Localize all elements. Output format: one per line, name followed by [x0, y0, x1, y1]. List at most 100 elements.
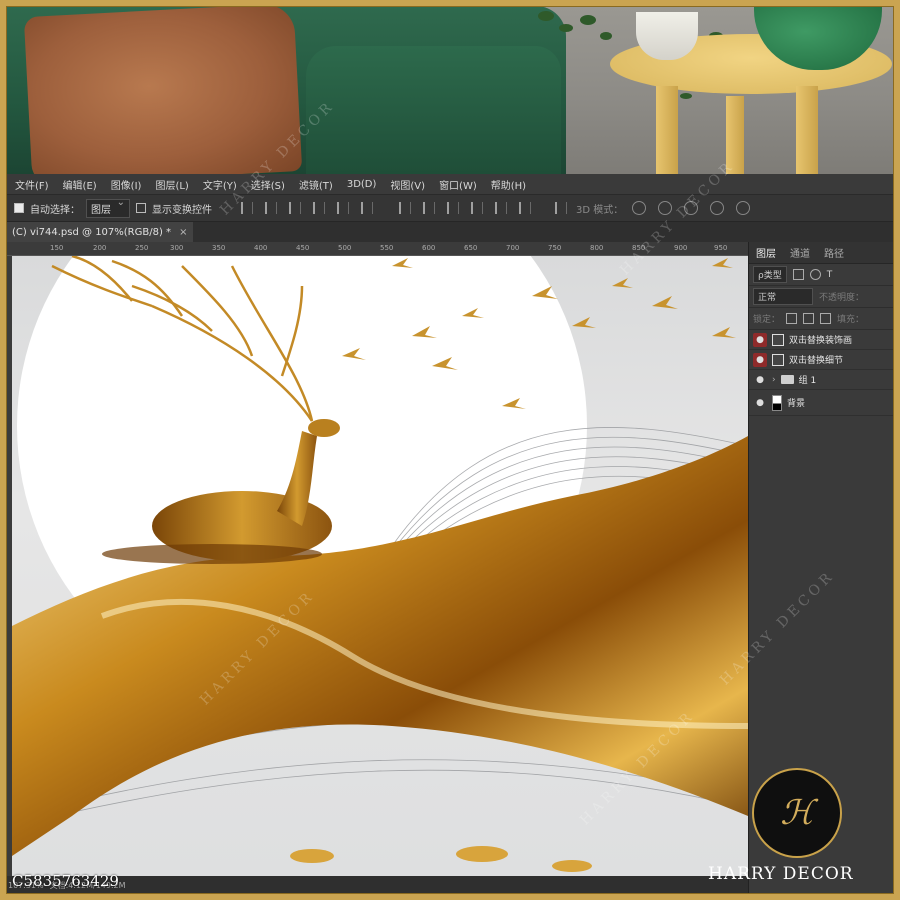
smart-object-icon: [772, 333, 784, 346]
auto-select-checkbox[interactable]: [14, 203, 24, 213]
tab-layers[interactable]: 图层: [749, 245, 783, 260]
3d-rotate-icon[interactable]: [632, 201, 647, 215]
filter-pixel-icon[interactable]: [792, 269, 804, 280]
filter-type-icon[interactable]: T: [827, 270, 833, 280]
ruler-tick: 800: [590, 244, 604, 252]
layer-row[interactable]: ● › 组 1: [749, 370, 894, 390]
lock-all-icon[interactable]: [820, 313, 832, 324]
visibility-eye-icon[interactable]: ●: [753, 373, 767, 387]
menu-edit[interactable]: 编辑(E): [56, 177, 104, 192]
ruler-tick: 600: [422, 244, 436, 252]
3d-mode-label: 3D 模式：: [576, 204, 624, 216]
ruler-tick: 350: [212, 244, 226, 252]
ruler-tick: 500: [338, 244, 352, 252]
layer-row[interactable]: ● 双击替换装饰画: [749, 330, 894, 350]
tab-channels[interactable]: 通道: [783, 245, 817, 260]
image-code: C5835763429: [12, 872, 119, 890]
folder-icon: [780, 375, 794, 384]
3d-slide-icon[interactable]: [710, 201, 725, 215]
distribute-vcenter-icon[interactable]: [423, 202, 435, 214]
layer-row[interactable]: ● 背景: [749, 390, 894, 416]
menu-file[interactable]: 文件(F): [8, 177, 56, 192]
ruler-tick: 550: [380, 244, 394, 252]
visibility-eye-icon[interactable]: ●: [753, 352, 767, 367]
visibility-eye-icon[interactable]: ●: [753, 396, 767, 410]
3d-scale-icon[interactable]: [736, 201, 751, 215]
align-right-icon[interactable]: [361, 202, 373, 214]
menu-help[interactable]: 帮助(H): [484, 177, 533, 192]
show-transform-checkbox[interactable]: [136, 203, 146, 213]
leather-pillow: [23, 6, 303, 174]
ruler-tick: 250: [135, 244, 149, 252]
document-tab[interactable]: (C) vi744.psd @ 107%(RGB/8) * ×: [6, 222, 194, 242]
ruler-tick: 200: [93, 244, 107, 252]
ruler-tick: 400: [254, 244, 268, 252]
show-transform-label: 显示变换控件: [152, 204, 212, 216]
lock-pixels-icon[interactable]: [786, 313, 798, 324]
menu-filter[interactable]: 滤镜(T): [292, 177, 340, 192]
ruler-tick: 450: [296, 244, 310, 252]
sofa-arm: [306, 46, 561, 174]
blend-row: 正常 不透明度：: [749, 286, 894, 308]
menu-layer[interactable]: 图层(L): [148, 177, 195, 192]
layer-filter-dropdown[interactable]: ρ类型: [753, 266, 787, 283]
layer-name: 背景: [787, 399, 806, 409]
distribute-hcenter-icon[interactable]: [495, 202, 507, 214]
distribute-right-icon[interactable]: [519, 202, 531, 214]
visibility-eye-icon[interactable]: ●: [753, 332, 767, 347]
align-hcenter-icon[interactable]: [337, 202, 349, 214]
layer-name: 双击替换细节: [789, 356, 844, 366]
lock-label: 锁定：: [753, 315, 781, 325]
auto-select-label: 自动选择：: [30, 204, 80, 216]
chevron-right-icon[interactable]: ›: [772, 375, 776, 385]
ruler-tick: 900: [674, 244, 688, 252]
filter-adjustment-icon[interactable]: [809, 269, 821, 280]
menu-image[interactable]: 图像(I): [104, 177, 149, 192]
table-leg: [656, 86, 678, 174]
tab-paths[interactable]: 路径: [817, 245, 851, 260]
document-tab-title: (C) vi744.psd @ 107%(RGB/8) *: [12, 226, 172, 238]
options-bar: 自动选择： 图层 显示变换控件 3D 模式：: [6, 194, 894, 222]
align-bottom-icon[interactable]: [289, 202, 301, 214]
table-leg: [796, 86, 818, 174]
layer-row[interactable]: ● 双击替换细节: [749, 350, 894, 370]
distribute-left-icon[interactable]: [471, 202, 483, 214]
align-vcenter-icon[interactable]: [265, 202, 277, 214]
gold-fish: [290, 846, 592, 872]
layer-name: 双击替换装饰画: [789, 336, 853, 346]
ruler-tick: 650: [464, 244, 478, 252]
blend-mode-dropdown[interactable]: 正常: [753, 288, 813, 305]
plant-pot: [636, 12, 698, 60]
fill-label: 填充：: [837, 315, 865, 325]
logo-mark: ℋ: [780, 793, 814, 833]
lock-move-icon[interactable]: [803, 313, 815, 324]
distribute-bottom-icon[interactable]: [447, 202, 459, 214]
opacity-label: 不透明度：: [819, 293, 865, 303]
smart-object-icon: [772, 353, 784, 366]
menu-view[interactable]: 视图(V): [383, 177, 432, 192]
menu-3d[interactable]: 3D(D): [340, 179, 384, 190]
layer-name: 组 1: [798, 376, 817, 386]
ruler-tick: 700: [506, 244, 520, 252]
menu-window[interactable]: 窗口(W): [432, 177, 484, 192]
ruler-tick: 150: [50, 244, 64, 252]
layer-thumbnail: [772, 394, 782, 411]
layer-filter-row: ρ类型 T: [749, 264, 894, 286]
align-left-icon[interactable]: [313, 202, 325, 214]
menu-bar: 文件(F) 编辑(E) 图像(I) 图层(L) 文字(Y) 选择(S) 滤镜(T…: [6, 174, 894, 194]
ruler-tick: 750: [548, 244, 562, 252]
close-icon[interactable]: ×: [179, 227, 187, 238]
auto-select-dropdown[interactable]: 图层: [86, 197, 130, 218]
auto-align-icon[interactable]: [555, 202, 567, 214]
distribute-top-icon[interactable]: [399, 202, 411, 214]
brand-name: HARRY DECOR: [708, 864, 854, 884]
ruler-tick: 300: [170, 244, 184, 252]
artwork: [12, 256, 748, 872]
ruler-tick: 950: [714, 244, 728, 252]
lock-row: 锁定： 填充：: [749, 308, 894, 330]
document-canvas[interactable]: [12, 256, 748, 876]
room-photo: [6, 6, 894, 174]
brand-logo: ℋ: [752, 768, 842, 858]
panel-tabs: 图层 通道 路径: [749, 242, 894, 264]
document-tab-bar: (C) vi744.psd @ 107%(RGB/8) * ×: [6, 222, 894, 242]
